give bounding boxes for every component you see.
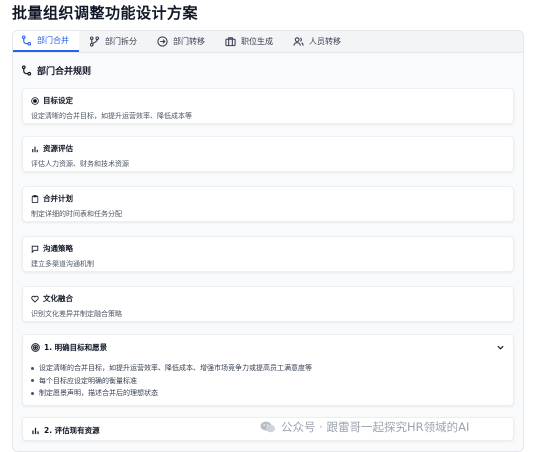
list-item: 每个目标应设定明确的衡量标准 [31,375,505,388]
bar-chart-icon [32,146,38,152]
message-icon [31,245,39,253]
briefcase-icon [225,37,236,47]
card-title: 目标设定 [43,96,73,105]
page-title: 批量组织调整功能设计方案 [12,4,199,22]
main-panel: 部门合并 部门拆分 部门转移 职位生成 人员转移 部门合并规则 目标设定 设定清… [12,30,524,452]
tab-bar: 部门合并 部门拆分 部门转移 职位生成 人员转移 [13,31,523,53]
accordion-item-goals: 1. 明确目标和愿景 设定清晰的合并目标，如提升运营效率、降低成本、增强市场竞争… [22,334,514,406]
heart-icon [31,295,39,303]
merge-icon [21,35,32,46]
rule-card-resources: 资源评估 评估人力资源、财务和技术资源 [22,136,514,172]
accordion-title: 2. 评估现有资源 [44,426,100,435]
card-description: 建立多渠道沟通机制 [31,260,94,268]
clipboard-icon [31,194,39,203]
card-description: 识别文化差异并制定融合策略 [31,310,122,318]
rule-card-goal: 目标设定 设定清晰的合并目标，如提升运营效率、降低成本等 [22,88,514,124]
target-icon [31,96,39,105]
list-item: 制定愿景声明，描述合并后的理想状态 [31,387,505,400]
tab-label: 部门转移 [173,37,205,46]
wechat-icon [260,421,275,433]
watermark: 公众号 · 跟雷哥一起探究HR领域的AI [260,419,469,435]
card-title: 沟通策略 [43,244,73,253]
rule-card-culture: 文化融合 识别文化差异并制定融合策略 [22,286,514,322]
transfer-icon [157,36,168,47]
tab-staff-transfer[interactable]: 人员转移 [283,31,351,52]
card-description: 评估人力资源、财务和技术资源 [31,160,129,168]
tab-department-merge[interactable]: 部门合并 [13,31,79,52]
card-title: 资源评估 [43,144,73,153]
tab-position-generate[interactable]: 职位生成 [215,31,283,52]
accordion-content: 设定清晰的合并目标，如提升运营效率、降低成本、增强市场竞争力或提高员工满意度等 … [31,362,505,400]
tab-label: 部门合并 [37,36,69,45]
accordion-header[interactable]: 1. 明确目标和愿景 [31,342,505,353]
users-icon [293,37,304,46]
bar-chart-icon [32,427,39,435]
card-title: 文化融合 [43,294,73,303]
tab-label: 部门拆分 [105,37,137,46]
tab-label: 人员转移 [309,37,341,46]
tab-department-transfer[interactable]: 部门转移 [147,31,215,52]
section-title: 部门合并规则 [37,67,92,77]
card-description: 设定清晰的合并目标，如提升运营效率、降低成本等 [31,112,192,120]
accordion-title: 1. 明确目标和愿景 [44,343,108,352]
list-item: 设定清晰的合并目标，如提升运营效率、降低成本、增强市场竞争力或提高员工满意度等 [31,362,505,375]
watermark-text: 公众号 · 跟雷哥一起探究HR领域的AI [281,420,470,434]
card-description: 制定详细的时间表和任务分配 [31,210,122,218]
section-heading: 部门合并规则 [21,64,91,77]
chevron-down-icon[interactable] [496,343,505,352]
target-icon [31,343,40,352]
merge-icon [21,65,32,76]
card-title: 合并计划 [43,194,73,203]
tab-department-split[interactable]: 部门拆分 [79,31,147,52]
rule-card-communication: 沟通策略 建立多渠道沟通机制 [22,236,514,272]
split-icon [89,36,100,47]
rule-card-plan: 合并计划 制定详细的时间表和任务分配 [22,186,514,222]
tab-label: 职位生成 [241,37,273,46]
